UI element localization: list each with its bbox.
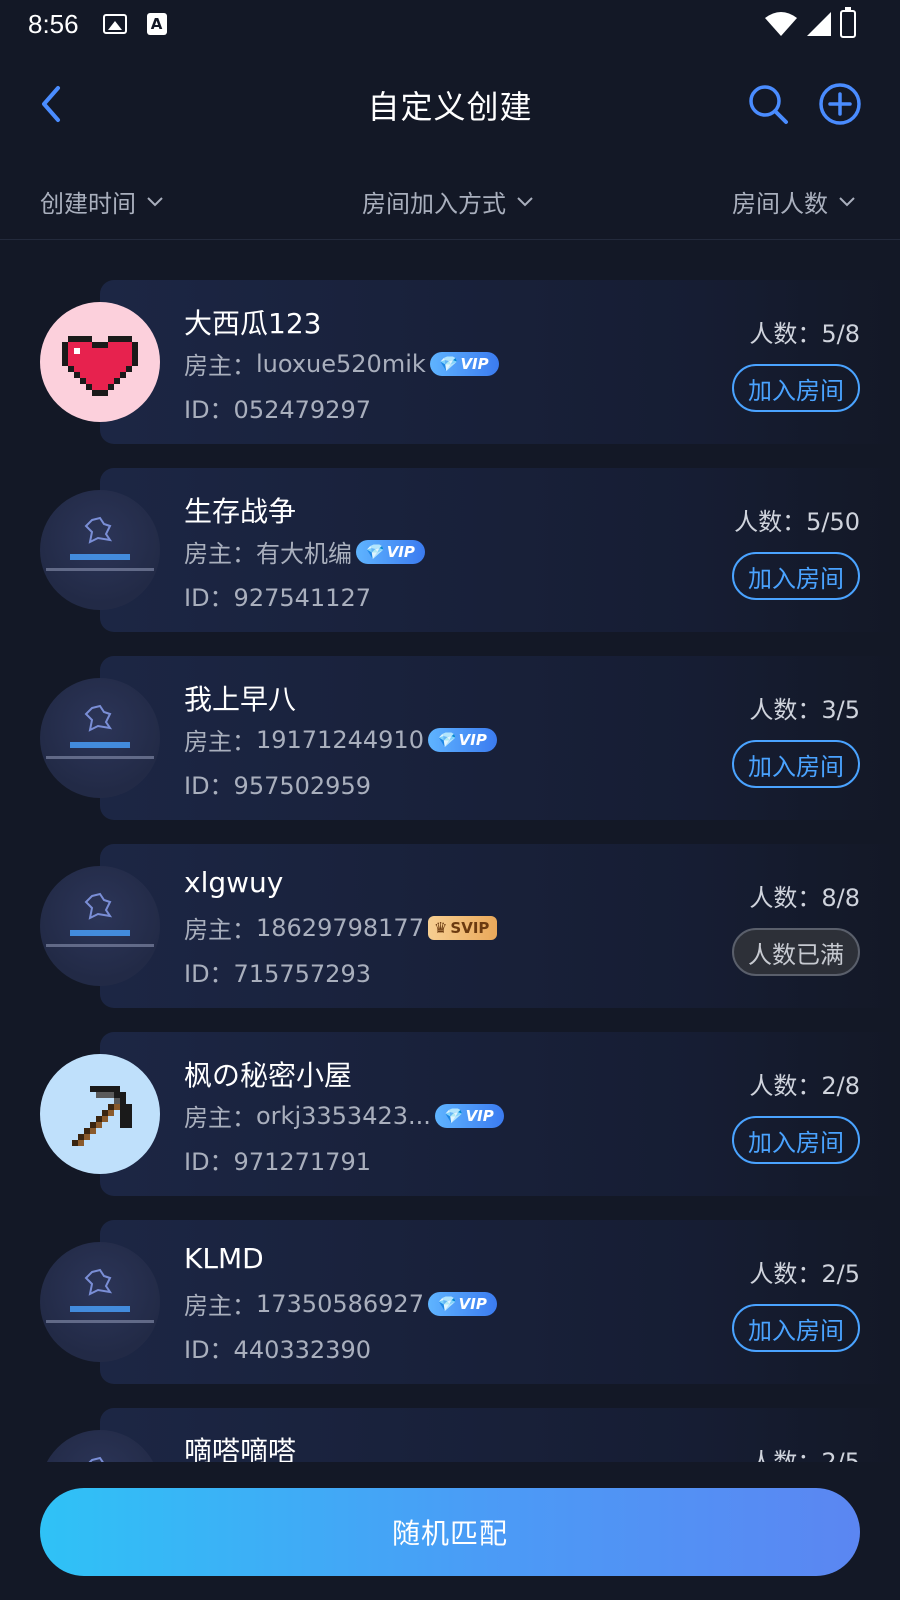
owner-prefix: 房主： bbox=[184, 352, 256, 380]
room-id: ID：957502959 bbox=[184, 772, 371, 800]
room-count: 人数：5/8 bbox=[749, 320, 860, 348]
room-name: 枫の秘密小屋 bbox=[184, 1059, 353, 1092]
owner-name: 17350586927 bbox=[256, 1289, 424, 1318]
room-count: 人数：5/50 bbox=[734, 508, 860, 536]
avatar bbox=[40, 866, 160, 986]
status-bar: 8:56 A bbox=[0, 0, 900, 48]
room-count: 人数：3/5 bbox=[749, 696, 860, 724]
filter-label: 房间人数 bbox=[732, 190, 828, 218]
room-count: 人数：2/8 bbox=[749, 1072, 860, 1100]
room-owner: 房主： 有大机编 💎 VIP bbox=[184, 534, 425, 569]
filter-label: 创建时间 bbox=[40, 190, 136, 218]
filter-label: 房间加入方式 bbox=[362, 190, 506, 218]
pixel-heart-icon bbox=[62, 336, 138, 396]
diamond-icon: 💎 bbox=[435, 730, 455, 749]
avatar bbox=[40, 1242, 160, 1362]
room-id: ID：971271791 bbox=[184, 1148, 371, 1176]
room-id: ID：440332390 bbox=[184, 1336, 371, 1364]
owner-prefix: 房主： bbox=[184, 1104, 256, 1132]
room-owner: 房主： orkj3353423... 💎 VIP bbox=[184, 1098, 504, 1133]
avatar bbox=[40, 302, 160, 422]
signal-icon bbox=[807, 12, 831, 36]
room-name: 生存战争 bbox=[184, 495, 297, 528]
join-room-button[interactable]: 加入房间 bbox=[732, 364, 860, 412]
svip-badge: ♛ SVIP bbox=[427, 915, 498, 940]
search-button[interactable] bbox=[746, 82, 790, 126]
room-id: ID：052479297 bbox=[184, 396, 371, 424]
room-owner: 房主： 19171244910 💎 VIP bbox=[184, 722, 497, 757]
diamond-icon: 💎 bbox=[437, 354, 457, 373]
owner-prefix: 房主： bbox=[184, 540, 256, 568]
default-avatar-icon bbox=[46, 892, 154, 947]
room-name: 嘀嗒嘀嗒 bbox=[184, 1435, 297, 1462]
search-icon bbox=[749, 85, 788, 124]
badge-label: VIP bbox=[458, 730, 487, 749]
owner-name: 18629798177 bbox=[256, 913, 424, 942]
owner-prefix: 房主： bbox=[184, 728, 256, 756]
vip-badge: 💎 VIP bbox=[427, 727, 497, 752]
room-list: 大西瓜123 房主： luoxue520mik 💎 VIP ID：052479297… bbox=[0, 280, 900, 1462]
badge-label: SVIP bbox=[450, 918, 490, 937]
chevron-down-icon bbox=[147, 196, 163, 206]
default-avatar-icon bbox=[46, 516, 154, 571]
badge-label: VIP bbox=[386, 542, 415, 561]
room-id: ID：927541127 bbox=[184, 584, 371, 612]
default-avatar-icon bbox=[46, 1268, 154, 1323]
diamond-icon: 💎 bbox=[364, 542, 383, 561]
filter-bar: 创建时间 房间加入方式 房间人数 bbox=[0, 170, 900, 240]
chevron-down-icon bbox=[517, 196, 533, 206]
header: 自定义创建 bbox=[0, 60, 900, 148]
default-avatar-icon bbox=[46, 704, 154, 759]
join-room-button[interactable]: 加入房间 bbox=[732, 1304, 860, 1352]
join-room-button[interactable]: 加入房间 bbox=[732, 552, 860, 600]
diamond-icon: 💎 bbox=[435, 1294, 455, 1313]
avatar bbox=[40, 1054, 160, 1174]
status-time: 8:56 bbox=[28, 8, 79, 39]
avatar bbox=[40, 678, 160, 798]
room-name: KLMD bbox=[184, 1242, 264, 1275]
a-notification-icon: A bbox=[146, 13, 167, 35]
status-right bbox=[764, 7, 856, 38]
battery-icon bbox=[840, 7, 856, 38]
room-name: xlgwuy bbox=[184, 866, 284, 899]
chevron-down-icon bbox=[839, 196, 855, 206]
pixel-pickaxe-icon bbox=[72, 1086, 132, 1146]
badge-label: VIP bbox=[458, 1294, 487, 1313]
owner-prefix: 房主： bbox=[184, 916, 256, 944]
vip-badge: 💎 VIP bbox=[356, 539, 425, 564]
plus-circle-icon bbox=[819, 83, 861, 125]
owner-prefix: 房主： bbox=[184, 1292, 256, 1320]
crown-icon: ♛ bbox=[433, 918, 448, 937]
vip-badge: 💎 VIP bbox=[429, 351, 499, 376]
room-name: 大西瓜123 bbox=[184, 307, 322, 340]
owner-name: 有大机编 bbox=[256, 540, 352, 568]
owner-name: orkj3353423... bbox=[256, 1101, 431, 1130]
wifi-icon bbox=[765, 12, 797, 36]
room-full-button: 人数已满 bbox=[732, 928, 860, 976]
random-match-button[interactable]: 随机匹配 bbox=[40, 1488, 860, 1576]
image-notification-icon bbox=[102, 14, 127, 34]
vip-badge: 💎 VIP bbox=[434, 1103, 504, 1128]
room-owner: 房主： 18629798177 ♛ SVIP bbox=[184, 910, 498, 945]
owner-name: luoxue520mik bbox=[256, 349, 426, 378]
join-room-button[interactable]: 加入房间 bbox=[732, 1116, 860, 1164]
filter-room-size[interactable]: 房间人数 bbox=[732, 184, 856, 219]
badge-label: VIP bbox=[465, 1106, 494, 1125]
vip-badge: 💎 VIP bbox=[427, 1291, 497, 1316]
diamond-icon: 💎 bbox=[442, 1106, 462, 1125]
badge-label: VIP bbox=[460, 354, 489, 373]
join-room-button[interactable]: 加入房间 bbox=[732, 740, 860, 788]
filter-join-method[interactable]: 房间加入方式 bbox=[362, 184, 534, 219]
owner-name: 19171244910 bbox=[256, 725, 424, 754]
filter-create-time[interactable]: 创建时间 bbox=[40, 184, 164, 219]
avatar bbox=[40, 490, 160, 610]
add-button[interactable] bbox=[818, 82, 862, 126]
room-name: 我上早八 bbox=[184, 683, 297, 716]
room-owner: 房主： luoxue520mik 💎 VIP bbox=[184, 346, 499, 381]
room-count: 人数：2/5 bbox=[749, 1448, 860, 1462]
room-count: 人数：8/8 bbox=[749, 884, 860, 912]
room-count: 人数：2/5 bbox=[749, 1260, 860, 1288]
room-id: ID：715757293 bbox=[184, 960, 371, 988]
room-owner: 房主： 17350586927 💎 VIP bbox=[184, 1286, 497, 1321]
